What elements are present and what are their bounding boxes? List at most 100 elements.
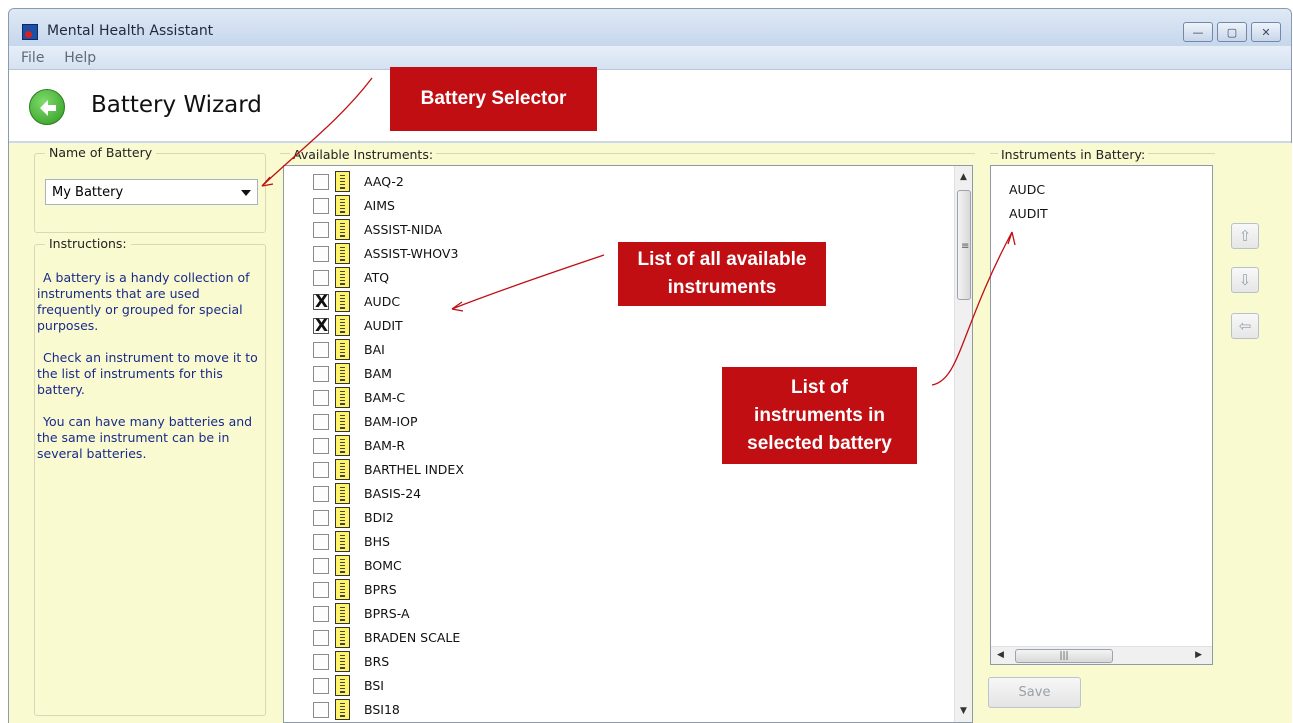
instrument-checkbox[interactable] (313, 414, 329, 430)
instrument-label: BOMC (364, 558, 402, 573)
document-icon (335, 627, 350, 648)
instrument-checkbox[interactable] (313, 510, 329, 526)
instrument-checkbox[interactable] (313, 654, 329, 670)
instrument-checkbox[interactable] (313, 174, 329, 190)
minimize-button[interactable]: — (1183, 22, 1213, 42)
instructions-paragraph: A battery is a handy collection of instr… (37, 270, 250, 333)
document-icon (335, 291, 350, 312)
battery-name-group: Name of Battery My Battery (34, 145, 266, 233)
list-item[interactable]: ASSIST-WHOV3 (284, 242, 944, 266)
instrument-checkbox[interactable] (313, 342, 329, 358)
battery-horizontal-scrollbar[interactable]: ◀ ||| ▶ (991, 646, 1212, 664)
instrument-label: AUDC (364, 294, 401, 309)
instrument-checkbox[interactable] (313, 486, 329, 502)
battery-instruments-list[interactable]: AUDC AUDIT ◀ ||| ▶ (990, 165, 1213, 665)
list-item[interactable]: AIMS (284, 194, 944, 218)
battery-item[interactable]: AUDC (1009, 182, 1045, 197)
move-up-button[interactable]: ⇧ (1231, 223, 1259, 249)
instrument-checkbox[interactable] (313, 678, 329, 694)
instrument-label: ASSIST-NIDA (364, 222, 443, 237)
remove-button[interactable]: ⇦ (1231, 313, 1259, 339)
arrow-down-icon: ⇩ (1238, 271, 1252, 289)
list-item[interactable]: BRS (284, 650, 944, 674)
list-item[interactable]: BAI (284, 338, 944, 362)
document-icon (335, 363, 350, 384)
scroll-right-icon[interactable]: ▶ (1195, 650, 1202, 660)
instrument-checkbox[interactable] (313, 630, 329, 646)
close-button[interactable]: ✕ (1251, 22, 1281, 42)
document-icon (335, 699, 350, 720)
instrument-label: BSI18 (364, 702, 400, 717)
list-item[interactable]: BSI (284, 674, 944, 698)
arrow-left-icon (40, 100, 56, 116)
instrument-label: BHS (364, 534, 390, 549)
menu-help[interactable]: Help (64, 50, 96, 66)
move-down-button[interactable]: ⇩ (1231, 267, 1259, 293)
instrument-checkbox[interactable] (313, 462, 329, 478)
list-item[interactable]: BRADEN SCALE (284, 626, 944, 650)
available-vertical-scrollbar[interactable]: ▲ ≡ ▼ (954, 166, 972, 722)
instrument-checkbox[interactable] (313, 606, 329, 622)
callout-text: List of (791, 376, 848, 398)
list-item[interactable]: BOMC (284, 554, 944, 578)
callout-text: Battery Selector (420, 88, 567, 109)
scroll-thumb[interactable]: ≡ (957, 190, 971, 300)
document-icon (335, 579, 350, 600)
instrument-checkbox[interactable] (313, 198, 329, 214)
instrument-checkbox[interactable] (313, 270, 329, 286)
document-icon (335, 675, 350, 696)
scroll-left-icon[interactable]: ◀ (997, 650, 1004, 660)
grip-icon: ||| (1059, 651, 1069, 661)
instrument-checkbox[interactable] (313, 390, 329, 406)
instrument-checkbox[interactable] (313, 316, 329, 336)
instrument-checkbox[interactable] (313, 534, 329, 550)
instrument-checkbox[interactable] (313, 246, 329, 262)
document-icon (335, 459, 350, 480)
document-icon (335, 315, 350, 336)
list-item[interactable]: AUDC (284, 290, 944, 314)
instructions-group: Instructions: A battery is a handy colle… (34, 236, 266, 716)
list-item[interactable]: ASSIST-NIDA (284, 218, 944, 242)
callout-battery-list: List of instruments in selected battery (722, 367, 917, 464)
instructions-paragraph: You can have many batteries and the same… (37, 414, 253, 461)
grip-icon: ≡ (961, 241, 970, 252)
battery-selector[interactable]: My Battery (45, 179, 258, 205)
instrument-label: BSI (364, 678, 384, 693)
instrument-checkbox[interactable] (313, 702, 329, 718)
arrow-up-icon: ⇧ (1238, 227, 1252, 245)
document-icon (335, 531, 350, 552)
save-button[interactable]: Save (988, 677, 1081, 708)
list-item[interactable]: ATQ (284, 266, 944, 290)
list-item[interactable]: BPRS-A (284, 602, 944, 626)
list-item[interactable]: BHS (284, 530, 944, 554)
instrument-checkbox[interactable] (313, 582, 329, 598)
scroll-up-icon[interactable]: ▲ (960, 172, 967, 182)
scroll-down-icon[interactable]: ▼ (960, 706, 967, 716)
instrument-checkbox[interactable] (313, 292, 329, 312)
callout-text: instruments in (754, 404, 885, 426)
instrument-label: BRADEN SCALE (364, 630, 461, 645)
menu-file[interactable]: File (21, 50, 44, 66)
instrument-label: BAM-IOP (364, 414, 418, 429)
document-icon (335, 411, 350, 432)
instrument-label: BDI2 (364, 510, 394, 525)
instrument-checkbox[interactable] (313, 222, 329, 238)
scroll-thumb[interactable]: ||| (1015, 649, 1113, 663)
list-item[interactable]: BASIS-24 (284, 482, 944, 506)
instrument-label: BAM (364, 366, 392, 381)
instrument-checkbox[interactable] (313, 558, 329, 574)
list-item[interactable]: AAQ-2 (284, 170, 944, 194)
instrument-checkbox[interactable] (313, 438, 329, 454)
list-item[interactable]: BSI18 (284, 698, 944, 722)
instrument-checkbox[interactable] (313, 366, 329, 382)
list-item[interactable]: BPRS (284, 578, 944, 602)
list-item[interactable]: BDI2 (284, 506, 944, 530)
page-title: Battery Wizard (91, 92, 262, 118)
callout-available-list: List of all available instruments (618, 242, 826, 306)
back-button[interactable] (29, 89, 65, 125)
maximize-button[interactable]: ▢ (1217, 22, 1247, 42)
document-icon (335, 339, 350, 360)
battery-item[interactable]: AUDIT (1009, 206, 1048, 221)
document-icon (335, 603, 350, 624)
list-item[interactable]: AUDIT (284, 314, 944, 338)
